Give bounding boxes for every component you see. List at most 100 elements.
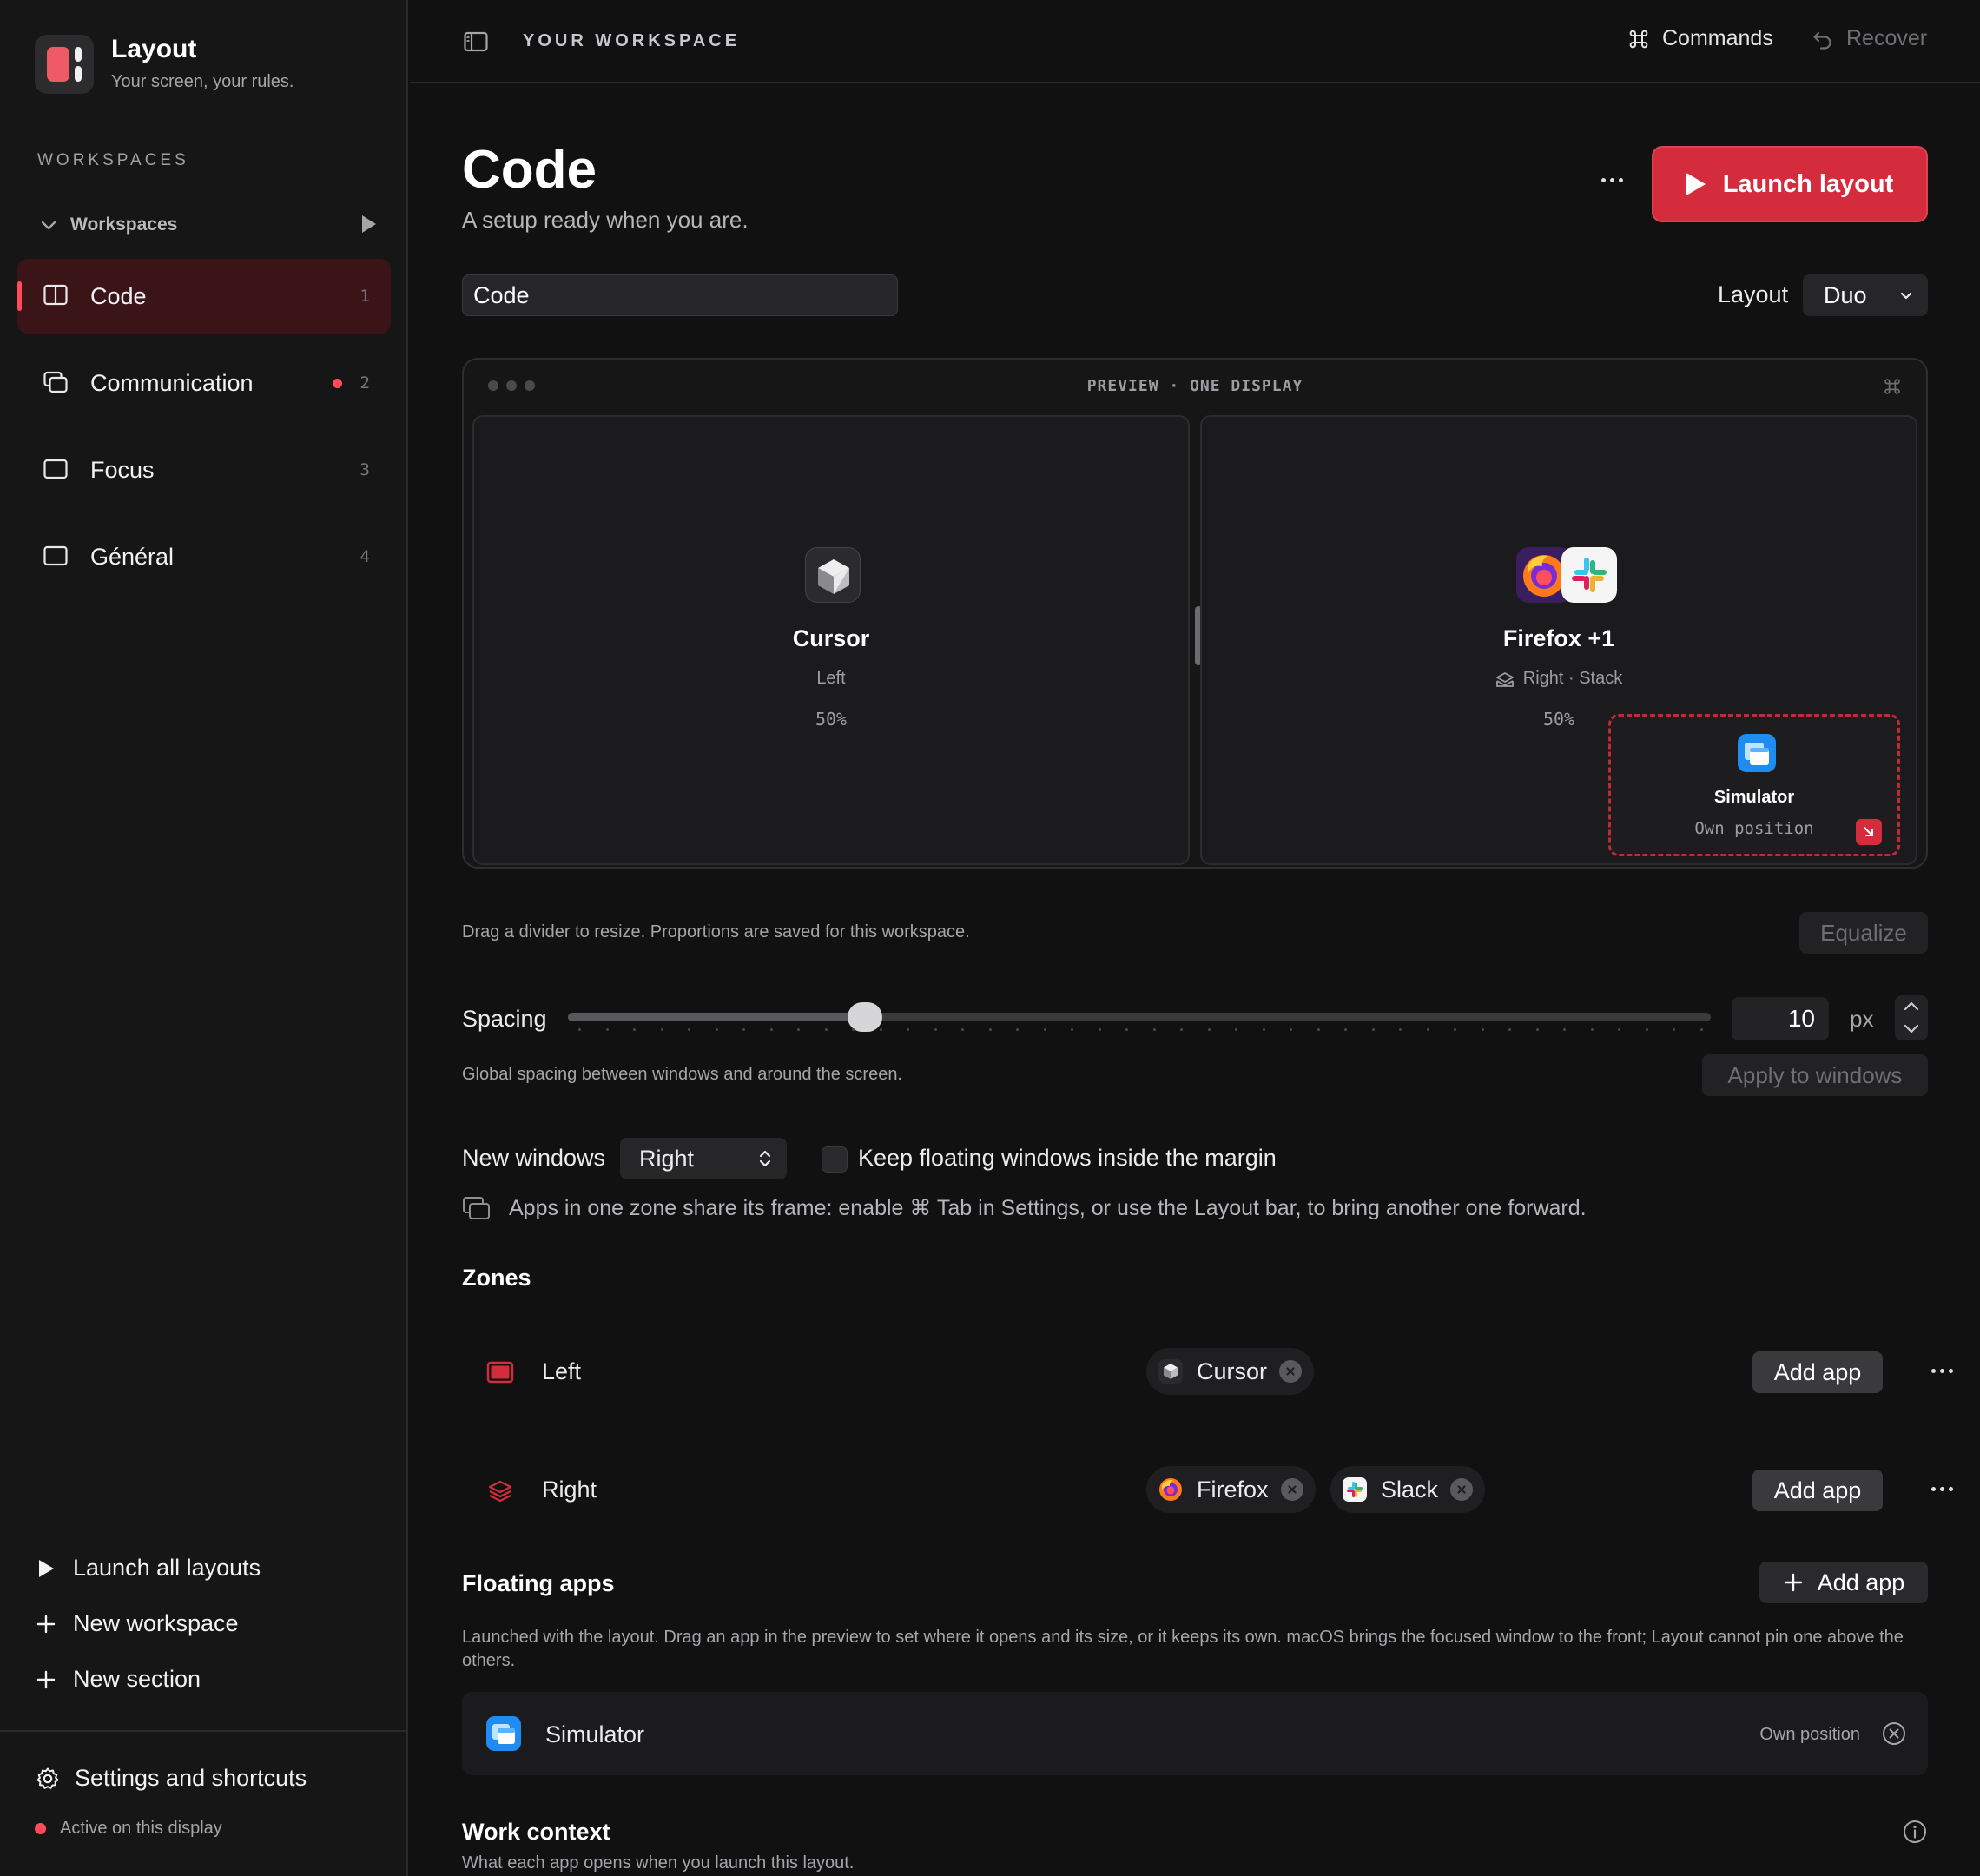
spacing-unit: px: [1850, 1006, 1874, 1032]
slider-tick: [1591, 1028, 1594, 1031]
layout-select-value: Duo: [1824, 281, 1867, 308]
spacing-value-field[interactable]: 10: [1732, 997, 1829, 1040]
zone-name: Right: [542, 1476, 597, 1503]
chevron-down-icon: [1900, 292, 1912, 300]
app-chip-label: Firefox: [1197, 1476, 1269, 1503]
play-group-icon[interactable]: [362, 215, 376, 233]
launch-all-button[interactable]: Launch all layouts: [33, 1555, 261, 1582]
zone-position: Right · Stack: [1202, 669, 1916, 689]
remove-app-icon[interactable]: [1450, 1478, 1474, 1501]
slider-tick: [633, 1028, 636, 1031]
slider-tick: [742, 1028, 745, 1031]
spacing-slider-knob[interactable]: [848, 1002, 882, 1032]
slack-app-icon: [1343, 1477, 1367, 1502]
floating-app-name: Simulator: [1713, 788, 1795, 807]
slider-tick: [797, 1028, 800, 1031]
zone-row-left: Left Cursor Add app: [462, 1341, 1953, 1404]
app-logo: [35, 35, 94, 94]
command-key-icon[interactable]: [1883, 377, 1902, 396]
topbar: YOUR WORKSPACE Commands Recover: [410, 0, 1980, 83]
simulator-app-icon: [486, 1716, 521, 1751]
sidebar-item-label: Général: [90, 543, 175, 570]
sidebar-item-general[interactable]: Général 4: [17, 519, 391, 594]
more-options-button[interactable]: [1591, 170, 1633, 189]
left-zone-icon: [486, 1361, 514, 1384]
keep-floating-label: Keep floating windows inside the margin: [858, 1145, 1277, 1171]
recover-label: Recover: [1846, 26, 1928, 50]
add-app-button-right[interactable]: Add app: [1752, 1470, 1883, 1511]
spacing-stepper[interactable]: [1895, 995, 1928, 1040]
new-windows-label: New windows: [462, 1145, 606, 1171]
settings-button[interactable]: Settings and shortcuts: [35, 1765, 307, 1792]
workspace-group-toggle[interactable]: Workspaces: [37, 212, 376, 238]
new-section-button[interactable]: New section: [33, 1666, 201, 1693]
topbar-title: YOUR WORKSPACE: [523, 31, 741, 50]
toggle-sidebar-icon[interactable]: [464, 31, 488, 52]
slider-tick: [770, 1028, 773, 1031]
chevron-down-icon[interactable]: [1903, 1021, 1920, 1035]
slider-tick: [1536, 1028, 1539, 1031]
info-icon[interactable]: [1902, 1819, 1928, 1845]
new-section-label: New section: [73, 1666, 201, 1692]
slider-tick: [1290, 1028, 1292, 1031]
workspace-name-input[interactable]: [462, 274, 898, 316]
remove-app-icon[interactable]: [1279, 1360, 1303, 1383]
slider-tick: [1180, 1028, 1183, 1031]
sidebar-item-count: 3: [360, 460, 370, 479]
add-app-button-left[interactable]: Add app: [1752, 1351, 1883, 1393]
app-tagline: Your screen, your rules.: [111, 72, 294, 91]
sidebar-item-count: 2: [360, 373, 370, 393]
sidebar-item-label: Communication: [90, 369, 254, 396]
launch-all-label: Launch all layouts: [73, 1555, 261, 1581]
remove-circle-icon[interactable]: [1881, 1721, 1907, 1747]
zone-more-button[interactable]: [1924, 1369, 1959, 1376]
add-floating-app-button[interactable]: Add app: [1759, 1562, 1928, 1603]
launch-layout-label: Launch layout: [1722, 169, 1894, 198]
sidebar-section-label: WORKSPACES: [37, 151, 189, 169]
chevron-up-icon[interactable]: [1903, 1000, 1920, 1014]
zone-app-name: Firefox +1: [1502, 625, 1615, 651]
app-name: Layout: [111, 35, 197, 63]
launch-layout-button[interactable]: Launch layout: [1652, 146, 1928, 222]
floating-app-row[interactable]: Simulator Own position: [462, 1692, 1928, 1775]
window-icon: [43, 459, 68, 479]
spacing-slider[interactable]: [568, 1002, 1711, 1032]
apply-to-windows-button[interactable]: Apply to windows: [1702, 1054, 1928, 1096]
zone-more-button[interactable]: [1924, 1487, 1959, 1494]
equalize-button[interactable]: Equalize: [1799, 912, 1928, 954]
slider-tick: [1235, 1028, 1238, 1031]
commands-button[interactable]: Commands: [1627, 26, 1773, 51]
slider-tick: [1673, 1028, 1675, 1031]
slider-tick: [1508, 1028, 1511, 1031]
new-workspace-button[interactable]: New workspace: [33, 1610, 239, 1637]
sidebar-item-focus[interactable]: Focus 3: [17, 433, 391, 507]
preview-title: PREVIEW · ONE DISPLAY: [1086, 377, 1304, 395]
sidebar-item-communication[interactable]: Communication 2: [17, 346, 391, 420]
sidebar-item-code[interactable]: Code 1: [17, 259, 391, 334]
slider-tick: [1399, 1028, 1402, 1031]
window-icon: [43, 545, 68, 566]
slack-app-icon: [1561, 547, 1617, 603]
chevron-down-icon: [41, 221, 56, 230]
floating-app-preview[interactable]: Simulator Own position: [1608, 714, 1900, 856]
resize-corner-icon[interactable]: [1856, 819, 1882, 845]
preview-zone-left[interactable]: Cursor Left 50%: [472, 415, 1190, 865]
zone-position: Left: [816, 669, 846, 688]
new-windows-select[interactable]: Right: [620, 1138, 787, 1179]
recover-button[interactable]: Recover: [1812, 26, 1927, 51]
app-chip-slack: Slack: [1330, 1466, 1486, 1513]
page-title: Code: [462, 140, 597, 200]
sidebar-divider: [0, 1730, 408, 1732]
remove-app-icon[interactable]: [1280, 1478, 1304, 1501]
slider-tick: [1344, 1028, 1347, 1031]
app-chip-label: Slack: [1381, 1476, 1439, 1503]
layout-select[interactable]: Duo: [1803, 274, 1928, 316]
slider-tick: [1044, 1028, 1046, 1031]
play-icon: [1686, 173, 1706, 195]
keep-floating-checkbox[interactable]: [822, 1146, 848, 1172]
work-context-subtitle: What each app opens when you launch this…: [462, 1853, 855, 1873]
slider-tick: [716, 1028, 718, 1031]
active-indicator: [17, 281, 22, 311]
plus-icon: [1784, 1573, 1802, 1592]
app-chip-firefox: Firefox: [1146, 1466, 1316, 1513]
